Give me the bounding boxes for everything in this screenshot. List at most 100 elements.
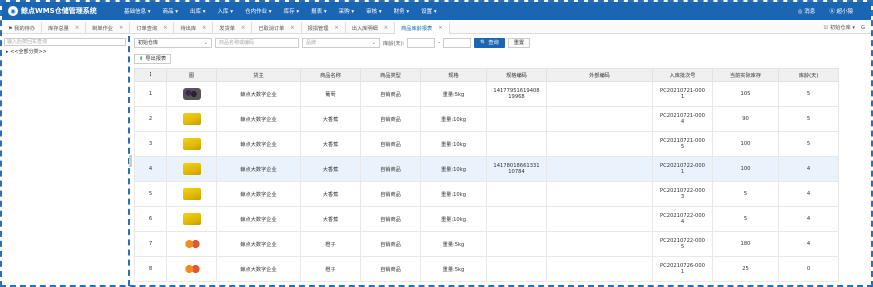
cell-spec: 重量:10kg [420,156,487,182]
filter-bar: 初始仓库 ⌄ 商品名称或编码 品牌 ⌄ 库龄(天): - 🔍 查询 重置 [134,38,531,48]
cell-age: 0 [778,256,839,282]
cell-stock: 100 [712,131,779,157]
app-logo[interactable]: ◉ 鲸点WMS仓储管理系统 [2,6,124,16]
cell-stock: 100 [712,156,779,182]
menu-item-5[interactable]: 库存 ▾ [284,7,300,15]
tabs-extra[interactable]: G [861,25,865,31]
menu-item-9[interactable]: 财务 ▾ [394,7,410,15]
close-icon[interactable]: × [241,25,245,31]
logo-icon: ◉ [8,6,18,16]
cell-name: 葡萄 [300,81,361,107]
cell-spec: 重量:10kg [420,181,487,207]
banana-image[interactable] [182,138,201,150]
tab-6[interactable]: 已取消订单 × [252,22,302,34]
warehouse-select-value: 初始仓库 [138,40,159,46]
close-icon[interactable]: × [202,25,206,31]
cell-owner: 鲸点大数字企业 [216,206,301,232]
tab-4[interactable]: 待出库 × [174,22,214,34]
table-row[interactable]: 6 鲸点大数字企业 大香蕉 自销商品 重量:10kg PC20210722-000 454 [134,206,839,232]
banana-image[interactable] [182,213,201,225]
orange-image[interactable] [182,263,201,275]
tab-2[interactable]: 制单作业 × [86,22,131,34]
goods-search-input[interactable]: 商品名称或编码 [215,38,299,48]
search-button[interactable]: 🔍 查询 [474,38,505,48]
cell-age: 5 [778,106,839,132]
brand-select-placeholder: 品牌 [306,40,317,46]
messages-link[interactable]: ◎ 消息 [798,7,816,15]
close-icon[interactable]: × [75,25,79,31]
cell-stock: 90 [712,106,779,132]
tab-3[interactable]: 订单查询 × [130,22,175,34]
table-row[interactable]: 7 鲸点大数字企业 橙子 自销商品 重量:5kg PC20210722-000 5 180 4 [134,231,839,257]
table-row[interactable]: 4 鲸点大数字企业 大香蕉 自销商品 重量:10kg 14178018661331 107… [134,156,839,182]
tab-1[interactable]: 库存总量 × [42,22,87,34]
cell-type: 自销商品 [360,81,421,107]
age-min-input[interactable] [407,38,436,48]
orange-image[interactable] [182,238,201,250]
table-row[interactable]: 5 鲸点大数字企业 大香蕉 自销商品 重量:10kg PC20210722-000 354 [134,181,839,207]
cell-batch: PC20210722-000 5 [652,231,713,257]
warehouse-select[interactable]: 初始仓库 ⌄ [134,38,212,48]
menu-item-3[interactable]: 入库 ▾ [218,7,234,15]
age-max-input[interactable] [443,38,472,48]
warehouse-switch[interactable]: ⛫ 初始仓库 ▾ [824,24,855,32]
grape-image[interactable] [182,88,201,100]
banana-image[interactable] [182,113,201,125]
cell-batch: PC20210722-000 3 [652,181,713,207]
cell-age: 4 [778,181,839,207]
cell-no: 2 [134,106,167,132]
cell-type: 自销商品 [360,256,421,282]
tab-0[interactable]: ⚑ 我的待办 [2,22,43,34]
brand-select[interactable]: 品牌 ⌄ [302,38,380,48]
cell-ext [546,231,653,257]
cell-type: 自销商品 [360,206,421,232]
menu-item-2[interactable]: 出库 ▾ [190,7,206,15]
table-row[interactable]: 1 鲸点大数字企业 葡萄 自销商品 重量:5kg 14177951619408 19968… [134,81,839,107]
close-icon[interactable]: × [290,25,294,31]
close-icon[interactable]: × [438,25,442,31]
cell-age: 4 [778,231,839,257]
close-icon[interactable]: × [384,25,388,31]
cell-img [166,106,217,132]
reset-button[interactable]: 重置 [507,38,531,48]
close-icon[interactable]: × [119,25,123,31]
close-icon[interactable]: × [163,25,167,31]
menu-item-4[interactable]: 仓内作业 ▾ [245,7,272,15]
category-search-input[interactable]: 输入后按回车查询 [4,38,126,46]
banana-image[interactable] [182,163,201,175]
cell-stock: 25 [712,256,779,282]
banana-image[interactable] [182,188,201,200]
cell-spec: 重量:10kg [420,131,487,157]
menu-item-8[interactable]: 审核 ▾ [366,7,382,15]
category-tree-root[interactable]: ▸ <<全部分类>> [6,48,128,55]
cell-spec: 重量:5kg [420,231,487,257]
menu-item-7[interactable]: 采购 ▾ [339,7,355,15]
cell-code [486,181,547,207]
age-separator: - [438,40,441,46]
menu-item-10[interactable]: 设置 ▾ [421,7,437,15]
column-header-0[interactable]: ⋮ [134,68,167,82]
tab-label: ⚑ 我的待办 [8,25,36,32]
cell-type: 自销商品 [360,131,421,157]
table-row[interactable]: 8 鲸点大数字企业 橙子 自销商品 重量:5kg PC20210726-000 1 25 0 [134,256,839,282]
table-row[interactable]: 3 鲸点大数字企业 大香蕉 自销商品 重量:10kg PC20210721-000 5 10… [134,131,839,157]
close-icon[interactable]: × [334,25,338,31]
menu-item-0[interactable]: 基础信息 ▾ [124,7,151,15]
tab-9[interactable]: 商品库龄报表 × [395,22,450,34]
tab-8[interactable]: 出入库明细 × [346,22,396,34]
cell-type: 自销商品 [360,106,421,132]
cell-name: 橙子 [300,256,361,282]
menu-item-1[interactable]: 商品 ▾ [163,7,179,15]
menu-item-6[interactable]: 报表 ▾ [311,7,327,15]
user-menu[interactable]: Ⓐ 超小猿 [829,7,853,15]
export-report-button[interactable]: ⬆ 导出报表 [134,54,172,64]
cell-name: 橙子 [300,231,361,257]
table-row[interactable]: 2 鲸点大数字企业 大香蕉 自销商品 重量:10kg PC20210721-000 4 90… [134,106,839,132]
cell-img [166,256,217,282]
sidebar-resize-handle[interactable] [129,155,132,167]
tab-5[interactable]: 发货单 × [213,22,253,34]
column-header-3: 商品名称 [300,68,361,82]
age-label: 库龄(天): [383,40,405,47]
cell-age: 4 [778,156,839,182]
tab-7[interactable]: 报损管理 × [302,22,346,34]
